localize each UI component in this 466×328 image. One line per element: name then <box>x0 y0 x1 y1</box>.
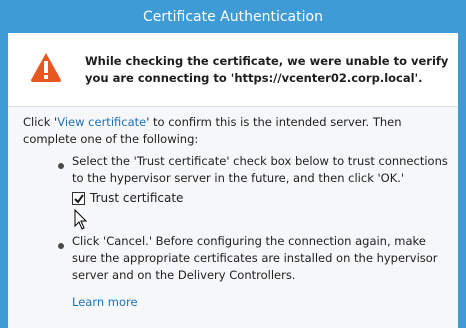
cancel-instruction: Click 'Cancel.' Before configuring the c… <box>72 234 438 282</box>
warning-header: While checking the certificate, we were … <box>8 33 458 107</box>
dialog-title: Certificate Authentication <box>143 8 323 25</box>
learn-more-link[interactable]: Learn more <box>72 295 138 309</box>
checkmark-icon <box>74 193 84 204</box>
mouse-pointer-icon <box>74 209 88 230</box>
trust-certificate-label[interactable]: Trust certificate <box>90 191 183 205</box>
warning-message: While checking the certificate, we were … <box>85 54 449 85</box>
intro-prefix: Click ' <box>23 115 58 129</box>
title-bar[interactable]: Certificate Authentication <box>0 0 466 33</box>
intro-text: Click 'View certificate' to confirm this… <box>23 114 453 148</box>
certificate-dialog: Certificate Authentication While checkin… <box>0 0 466 328</box>
dialog-content: Click 'View certificate' to confirm this… <box>8 107 458 328</box>
bullet-icon <box>58 163 64 169</box>
trust-certificate-checkbox[interactable] <box>72 191 85 205</box>
view-certificate-link[interactable]: View certificate <box>57 115 146 129</box>
dialog-body: While checking the certificate, we were … <box>8 33 458 328</box>
warning-icon <box>31 53 61 82</box>
bullet-icon <box>58 243 64 249</box>
trust-certificate-row[interactable]: Trust certificate <box>72 189 183 207</box>
trust-instruction: Select the 'Trust certificate' check box… <box>72 154 448 185</box>
